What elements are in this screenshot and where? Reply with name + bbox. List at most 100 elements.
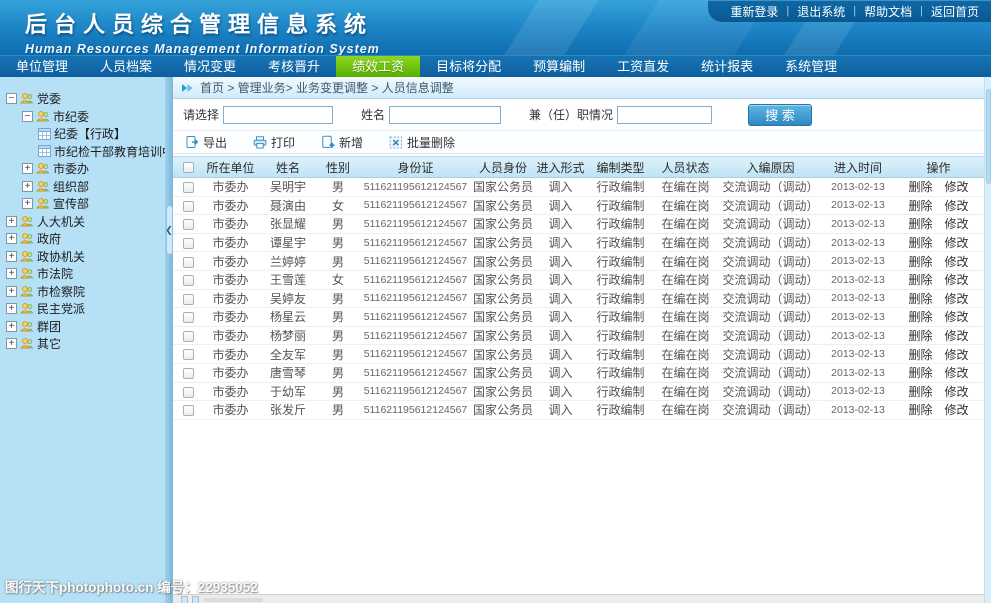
edit-link[interactable]: 修改: [945, 197, 969, 214]
delete-link[interactable]: 删除: [908, 178, 932, 195]
expand-icon[interactable]: +: [6, 268, 17, 279]
tree-item[interactable]: −党委: [0, 90, 165, 108]
row-checkbox[interactable]: [183, 312, 194, 323]
row-checkbox[interactable]: [183, 294, 194, 305]
pagination-control[interactable]: [192, 596, 199, 603]
edit-link[interactable]: 修改: [945, 401, 969, 418]
toolbar-export-button[interactable]: 导出: [185, 134, 227, 151]
expand-icon[interactable]: +: [6, 251, 17, 262]
top-link-1[interactable]: 退出系统: [797, 3, 845, 20]
scrollbar-thumb[interactable]: [986, 89, 991, 184]
tree-item-label: 宣传部: [53, 195, 89, 212]
menu-item-7[interactable]: 工资直发: [601, 56, 685, 77]
row-checkbox[interactable]: [183, 182, 194, 193]
delete-link[interactable]: 删除: [908, 197, 932, 214]
tree-item[interactable]: +政协机关: [0, 248, 165, 266]
row-checkbox[interactable]: [183, 387, 194, 398]
name-input[interactable]: [389, 106, 501, 124]
edit-link[interactable]: 修改: [945, 253, 969, 270]
search-button[interactable]: 搜 索: [748, 104, 812, 126]
select-all-checkbox[interactable]: [183, 162, 194, 173]
tree-item[interactable]: +政府: [0, 230, 165, 248]
edit-link[interactable]: 修改: [945, 383, 969, 400]
tree-item[interactable]: −市纪委: [0, 108, 165, 126]
row-checkbox[interactable]: [183, 257, 194, 268]
delete-link[interactable]: 删除: [908, 308, 932, 325]
tree-item[interactable]: +其它: [0, 335, 165, 353]
tree-item[interactable]: 纪委【行政】: [0, 125, 165, 143]
unit-select-input[interactable]: [223, 106, 333, 124]
delete-link[interactable]: 删除: [908, 290, 932, 307]
collapse-icon[interactable]: −: [22, 111, 33, 122]
row-checkbox[interactable]: [183, 368, 194, 379]
expand-icon[interactable]: +: [22, 198, 33, 209]
expand-icon[interactable]: +: [6, 216, 17, 227]
menu-item-1[interactable]: 人员档案: [84, 56, 168, 77]
tree-item[interactable]: +人大机关: [0, 213, 165, 231]
delete-link[interactable]: 删除: [908, 234, 932, 251]
row-checkbox[interactable]: [183, 219, 194, 230]
expand-icon[interactable]: +: [6, 233, 17, 244]
menu-item-4[interactable]: 绩效工资: [336, 56, 420, 77]
menu-item-0[interactable]: 单位管理: [0, 56, 84, 77]
top-link-0[interactable]: 重新登录: [730, 3, 778, 20]
pagination-control[interactable]: [181, 596, 188, 603]
delete-link[interactable]: 删除: [908, 401, 932, 418]
menu-item-8[interactable]: 统计报表: [685, 56, 769, 77]
table-body: 市委办吴明宇男511621195612124567国家公务员调入行政编制在编在岗…: [173, 178, 984, 420]
edit-link[interactable]: 修改: [945, 346, 969, 363]
row-checkbox[interactable]: [183, 331, 194, 342]
row-checkbox[interactable]: [183, 201, 194, 212]
tree-item[interactable]: +市检察院: [0, 283, 165, 301]
tree-item[interactable]: + 宣传部: [0, 195, 165, 213]
expand-icon[interactable]: +: [6, 286, 17, 297]
edit-link[interactable]: 修改: [945, 290, 969, 307]
cell-entry_mode: 调入: [533, 327, 588, 344]
menu-item-9[interactable]: 系统管理: [769, 56, 853, 77]
edit-link[interactable]: 修改: [945, 234, 969, 251]
expand-icon[interactable]: +: [22, 181, 33, 192]
sidebar-collapse-handle[interactable]: ❮: [166, 205, 173, 255]
menu-item-3[interactable]: 考核晋升: [252, 56, 336, 77]
collapse-icon[interactable]: −: [6, 93, 17, 104]
sidebar-splitter[interactable]: ❮: [165, 77, 173, 603]
menu-item-2[interactable]: 情况变更: [168, 56, 252, 77]
edit-link[interactable]: 修改: [945, 327, 969, 344]
toolbar-batch-delete-button[interactable]: 批量删除: [389, 134, 455, 151]
edit-link[interactable]: 修改: [945, 308, 969, 325]
tree-item[interactable]: +市法院: [0, 265, 165, 283]
delete-link[interactable]: 删除: [908, 253, 932, 270]
toolbar-add-button[interactable]: 新增: [321, 134, 363, 151]
tree-item[interactable]: +组织部: [0, 178, 165, 196]
top-link-3[interactable]: 返回首页: [931, 3, 979, 20]
column-header: 所在单位: [203, 159, 258, 176]
delete-link[interactable]: 删除: [908, 215, 932, 232]
expand-icon[interactable]: +: [6, 303, 17, 314]
concurrent-post-input[interactable]: [617, 106, 712, 124]
edit-link[interactable]: 修改: [945, 215, 969, 232]
edit-link[interactable]: 修改: [945, 271, 969, 288]
edit-link[interactable]: 修改: [945, 364, 969, 381]
tree-item[interactable]: +民主党派: [0, 300, 165, 318]
tree-item[interactable]: 市纪检干部教育培训中心: [0, 143, 165, 161]
toolbar-print-button[interactable]: 打印: [253, 134, 295, 151]
top-link-2[interactable]: 帮助文档: [864, 3, 912, 20]
menu-item-5[interactable]: 目标将分配: [420, 56, 517, 77]
edit-link[interactable]: 修改: [945, 178, 969, 195]
delete-link[interactable]: 删除: [908, 327, 932, 344]
delete-link[interactable]: 删除: [908, 271, 932, 288]
row-checkbox[interactable]: [183, 238, 194, 249]
expand-icon[interactable]: +: [6, 321, 17, 332]
delete-link[interactable]: 删除: [908, 364, 932, 381]
row-checkbox[interactable]: [183, 405, 194, 416]
tree-item[interactable]: +市委办: [0, 160, 165, 178]
expand-icon[interactable]: +: [22, 163, 33, 174]
row-checkbox[interactable]: [183, 275, 194, 286]
row-checkbox[interactable]: [183, 349, 194, 360]
tree-item[interactable]: +群团: [0, 318, 165, 336]
expand-icon[interactable]: +: [6, 338, 17, 349]
delete-link[interactable]: 删除: [908, 383, 932, 400]
menu-item-6[interactable]: 预算编制: [517, 56, 601, 77]
delete-link[interactable]: 删除: [908, 346, 932, 363]
vertical-scrollbar[interactable]: [984, 77, 991, 603]
